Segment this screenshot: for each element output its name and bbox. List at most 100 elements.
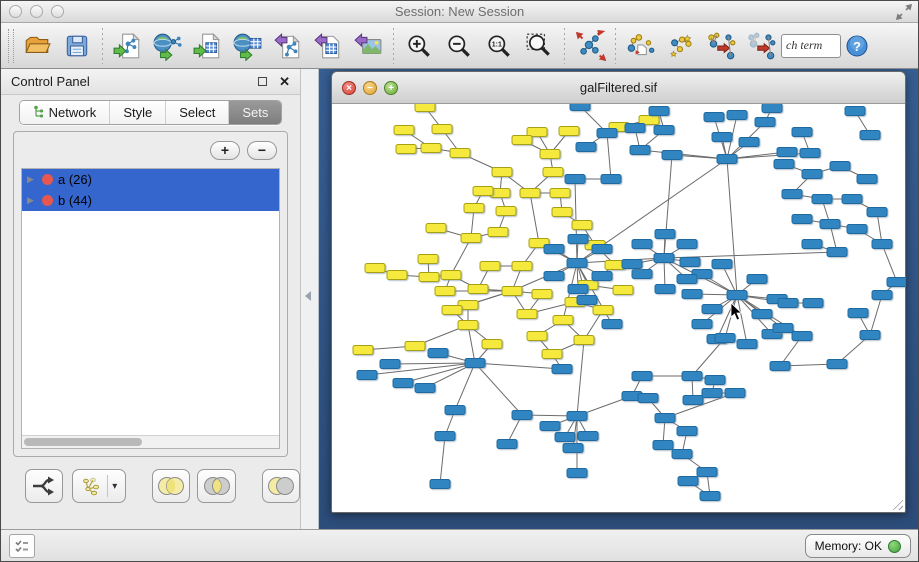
export-image-button[interactable] (348, 26, 388, 66)
graph-edge (607, 133, 611, 179)
sets-intersection-button[interactable] (197, 469, 235, 503)
title-bar: Session: New Session (1, 1, 918, 23)
network-window-titlebar[interactable]: × − + galFiltered.sif (332, 72, 905, 104)
network-maximize-icon[interactable]: + (384, 81, 398, 95)
tab-select[interactable]: Select (166, 101, 229, 124)
graph-node (578, 432, 598, 441)
tab-style[interactable]: Style (110, 101, 166, 124)
set-row[interactable]: ▶b (44) (22, 190, 279, 211)
zoom-window-icon[interactable] (51, 5, 64, 18)
graph-node (428, 349, 448, 358)
select-from-file-button[interactable] (621, 26, 661, 66)
control-panel-title: Control Panel (11, 74, 258, 89)
search-input[interactable] (781, 34, 841, 58)
minimize-window-icon[interactable] (30, 5, 43, 18)
zoom-in-button[interactable] (399, 26, 439, 66)
svg-text:1:1: 1:1 (492, 41, 502, 48)
graph-node (778, 299, 798, 308)
graph-node (527, 332, 547, 341)
toolbar-drag-handle[interactable] (8, 29, 14, 63)
graph-node (762, 104, 782, 113)
set-label: a (26) (58, 172, 92, 187)
open-session-button[interactable] (17, 26, 57, 66)
graph-edge (577, 340, 584, 416)
graph-node (774, 160, 794, 169)
export-network-button[interactable] (268, 26, 308, 66)
memory-status-button[interactable]: Memory: OK (805, 534, 911, 558)
graph-node (847, 225, 867, 234)
network-canvas[interactable] (332, 104, 905, 512)
zoom-fit-selected-button[interactable] (519, 26, 559, 66)
graph-node (842, 195, 862, 204)
graph-node (727, 291, 747, 300)
dropdown-caret-icon[interactable]: ▾ (112, 481, 117, 492)
graph-node (872, 240, 892, 249)
select-first-neighbors-button[interactable] (701, 26, 741, 66)
panel-splitter[interactable] (301, 69, 319, 529)
zoom-actual-size-button[interactable]: 1:1 (479, 26, 519, 66)
graph-node (572, 221, 592, 230)
apply-preferred-layout-button[interactable] (570, 26, 610, 66)
expander-icon[interactable]: ▶ (27, 174, 37, 185)
graph-node (602, 320, 622, 329)
network-close-icon[interactable]: × (342, 81, 356, 95)
graph-node (441, 271, 461, 280)
graph-node (450, 149, 470, 158)
graph-node (553, 316, 573, 325)
task-history-button[interactable] (9, 534, 35, 558)
export-table-button[interactable] (308, 26, 348, 66)
graph-node (552, 208, 572, 217)
split-sets-button[interactable] (25, 469, 63, 503)
set-row[interactable]: ▶ a (26) (22, 169, 279, 190)
graph-node (677, 240, 697, 249)
venn-difference-icon (264, 475, 298, 497)
graph-node (567, 469, 587, 478)
float-panel-icon[interactable] (258, 77, 267, 86)
close-window-icon[interactable] (9, 5, 22, 18)
graph-node (544, 245, 564, 254)
graph-node (715, 334, 735, 343)
graph-node (632, 240, 652, 249)
network-minimize-icon[interactable]: − (363, 81, 377, 95)
fullscreen-icon[interactable] (896, 4, 912, 20)
collapse-panel-icon[interactable] (305, 291, 311, 301)
graph-node (717, 155, 737, 164)
graph-node (705, 376, 725, 385)
create-set-from-network-button[interactable]: ▾ (72, 469, 126, 503)
graph-node (415, 384, 435, 393)
network-tree-icon (33, 105, 44, 119)
graph-node (702, 305, 722, 314)
add-set-button[interactable]: + (210, 141, 240, 160)
sets-union-button[interactable] (152, 469, 190, 503)
import-network-url-button[interactable] (148, 26, 188, 66)
save-session-button[interactable] (57, 26, 97, 66)
button-divider (107, 475, 108, 497)
import-table-file-button[interactable] (188, 26, 228, 66)
horizontal-scrollbar[interactable] (22, 435, 279, 448)
zoom-out-button[interactable] (439, 26, 479, 66)
scrollbar-thumb[interactable] (24, 438, 142, 446)
save-floppy-icon (63, 32, 91, 60)
close-panel-icon[interactable]: ✕ (279, 75, 290, 88)
deselect-neighbors-button[interactable] (741, 26, 781, 66)
tab-sets[interactable]: Sets (229, 101, 281, 124)
import-network-file-button[interactable] (108, 26, 148, 66)
sets-difference-button[interactable] (262, 469, 300, 503)
graph-node (777, 148, 797, 157)
control-panel-tabs: Network Style Select Sets (1, 95, 300, 129)
expander-icon[interactable]: ▶ (27, 195, 37, 206)
select-overlap-button[interactable] (661, 26, 701, 66)
tab-network[interactable]: Network (20, 101, 111, 124)
network-window[interactable]: × − + galFiltered.sif (331, 71, 906, 513)
graph-node (727, 111, 747, 120)
graph-node (517, 310, 537, 319)
toolbar-separator (615, 28, 616, 64)
control-panel-header: Control Panel ✕ (1, 69, 300, 95)
remove-set-button[interactable]: − (247, 141, 277, 160)
toolbar-separator (102, 28, 103, 64)
help-button[interactable]: ? (841, 26, 873, 66)
toolbar-separator (564, 28, 565, 64)
graph-node (393, 379, 413, 388)
graph-node (680, 258, 700, 267)
import-table-url-button[interactable] (228, 26, 268, 66)
